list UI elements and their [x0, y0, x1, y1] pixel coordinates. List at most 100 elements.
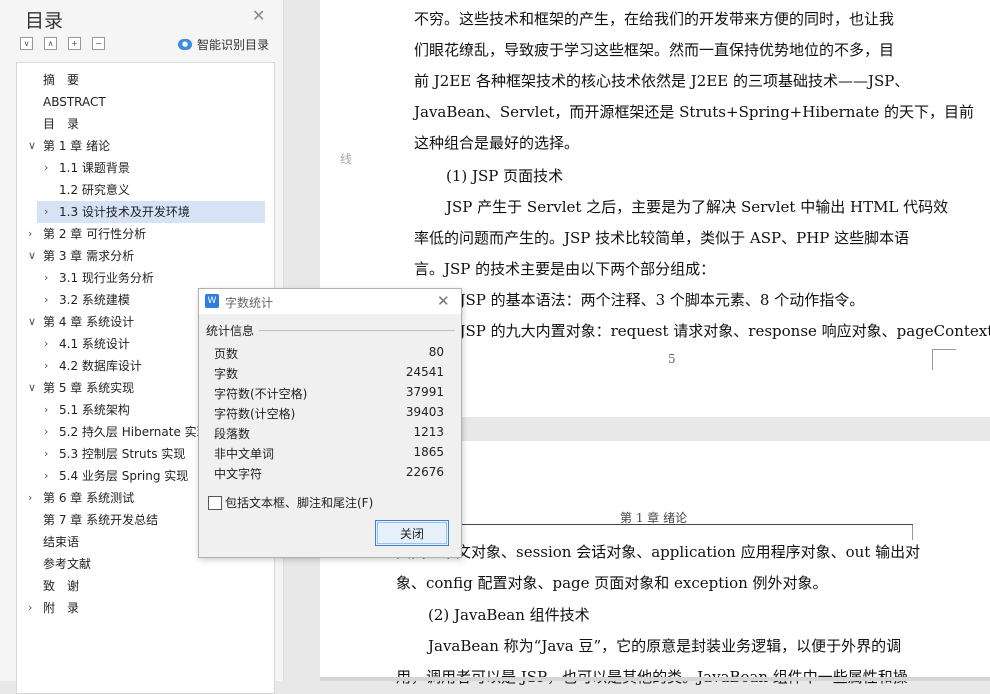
smart-toc-label: 智能识别目录 [197, 38, 270, 52]
page-corner-mark [912, 524, 933, 540]
chevron-right-icon[interactable]: › [44, 157, 48, 179]
add-heading-icon[interactable]: + [68, 37, 81, 50]
paragraph-line: (2) JavaBean 组件技术 [428, 606, 590, 624]
include-textbox-footnote-checkbox[interactable] [208, 496, 222, 510]
close-icon[interactable]: ✕ [252, 6, 265, 25]
chevron-down-icon[interactable]: ∨ [28, 245, 36, 267]
collapse-all-icon[interactable]: ∨ [20, 37, 33, 50]
stat-label: 段落数 [214, 427, 251, 441]
chevron-right-icon[interactable]: › [44, 399, 48, 421]
toc-item-label: 5.1 系统架构 [59, 403, 130, 417]
toc-item[interactable]: › 第 2 章 可行性分析 [17, 223, 267, 245]
stat-label: 字符数(计空格) [214, 407, 296, 421]
remove-heading-icon[interactable]: − [92, 37, 105, 50]
toc-item-label: 3.1 现行业务分析 [59, 271, 154, 285]
stat-value: 37991 [405, 385, 444, 399]
toc-item-label: 第 4 章 系统设计 [43, 315, 135, 329]
chevron-right-icon[interactable]: › [28, 487, 32, 509]
paragraph-line: 言。JSP 的技术主要是由以下两个部分组成： [414, 260, 716, 278]
paragraph-line: 前 J2EE 各种框架技术的核心技术依然是 J2EE 的三项基础技术——JSP、 [414, 72, 910, 90]
stat-label: 页数 [214, 347, 239, 361]
toc-item-label: 3.2 系统建模 [59, 293, 130, 307]
chevron-right-icon[interactable]: › [44, 421, 48, 443]
chevron-right-icon[interactable]: › [28, 223, 32, 245]
toc-item[interactable]: ABSTRACT [17, 91, 267, 113]
chevron-right-icon[interactable]: › [44, 443, 48, 465]
toc-item[interactable]: 致 谢 [17, 575, 267, 597]
page-number: 5 [668, 352, 676, 366]
chevron-right-icon[interactable]: › [28, 597, 32, 619]
chevron-right-icon[interactable]: › [44, 333, 48, 355]
toc-panel-title: 目录 [25, 10, 64, 32]
word-count-dialog: W 字数统计 ✕ 统计信息 页数 80 字数 24541 字符数(不计空格) 37991 字… [198, 288, 462, 558]
toc-item[interactable]: › 附 录 [17, 597, 267, 619]
toc-item-label: 4.2 数据库设计 [59, 359, 142, 373]
stat-value: 22676 [405, 465, 444, 479]
toc-item[interactable]: › 3.1 现行业务分析 [17, 267, 267, 289]
chevron-down-icon[interactable]: ∨ [28, 377, 36, 399]
chevron-down-icon[interactable]: ∨ [28, 135, 36, 157]
paragraph-line: JSP 产生于 Servlet 之后，主要是为了解决 Servlet 中输出 H… [446, 198, 949, 216]
paragraph-line: 页面上下文对象、session 会话对象、application 应用程序对象、… [396, 543, 921, 561]
toc-item-label: 第 2 章 可行性分析 [43, 227, 147, 241]
paragraph-line: JavaBean、Servlet，而开源框架还是 Struts+Spring+H… [414, 103, 975, 121]
toc-item-label: 5.4 业务层 Spring 实现 [59, 469, 189, 483]
toc-item[interactable]: › 1.1 课题背景 [17, 157, 267, 179]
toc-item-label: 第 3 章 需求分析 [43, 249, 135, 263]
toc-item[interactable]: 1.2 研究意义 [17, 179, 267, 201]
paragraph-line: 象、config 配置对象、page 页面对象和 exception 例外对象。 [396, 574, 828, 592]
paragraph-line: 们眼花缭乱，导致疲于学习这些框架。然而一直保持优势地位的不多，目 [414, 41, 895, 59]
toc-item-label: 4.1 系统设计 [59, 337, 130, 351]
paragraph-line: (1) JSP 页面技术 [446, 167, 564, 185]
chevron-down-icon[interactable]: ∨ [28, 311, 36, 333]
toc-item-label: 第 7 章 系统开发总结 [43, 513, 159, 527]
stat-value: 1865 [413, 445, 444, 459]
toc-item[interactable]: 摘 要 [17, 69, 267, 91]
header-rule [397, 524, 913, 525]
toc-item[interactable]: › 1.3 设计技术及开发环境 [37, 201, 265, 223]
toc-item-label: ABSTRACT [43, 95, 106, 109]
group-divider [259, 330, 455, 331]
paragraph-line: 这种组合是最好的选择。 [414, 134, 580, 152]
toc-item-label: 5.3 控制层 Struts 实现 [59, 447, 186, 461]
paragraph-line: ①JSP 的基本语法：两个注释、3 个脚本元素、8 个动作指令。 [446, 291, 865, 309]
stat-value: 24541 [405, 365, 444, 379]
expand-icon[interactable]: ∧ [44, 37, 57, 50]
include-textbox-footnote-label[interactable]: 包括文本框、脚注和尾注(F) [225, 494, 373, 511]
toc-item-label: 目 录 [43, 117, 80, 131]
stat-label: 字符数(不计空格) [214, 387, 308, 401]
toc-item[interactable]: ∨ 第 1 章 绪论 [17, 135, 267, 157]
dialog-title: 字数统计 [225, 296, 274, 310]
toc-item-label: 结束语 [43, 535, 80, 549]
toc-item-label: 5.2 持久层 Hibernate 实现 [59, 425, 209, 439]
close-icon[interactable]: ✕ [437, 292, 450, 310]
toc-item[interactable]: ∨ 第 3 章 需求分析 [17, 245, 267, 267]
toc-item-label: 1.1 课题背景 [59, 161, 130, 175]
chevron-right-icon[interactable]: › [44, 355, 48, 377]
wps-writer-icon: W [205, 294, 219, 308]
page-corner-mark [932, 349, 956, 350]
binding-line-mark: 线 [340, 152, 353, 166]
chevron-right-icon[interactable]: › [44, 201, 48, 223]
cloud-icon: ● [178, 39, 192, 50]
chevron-right-icon[interactable]: › [44, 267, 48, 289]
toc-item-label: 附 录 [43, 601, 80, 615]
toc-item-label: 致 谢 [43, 579, 80, 593]
chevron-right-icon[interactable]: › [44, 465, 48, 487]
close-button[interactable]: 关闭 [375, 520, 449, 546]
stat-label: 非中文单词 [214, 447, 275, 461]
toc-item[interactable]: 目 录 [17, 113, 267, 135]
stat-label: 字数 [214, 367, 239, 381]
dialog-title-bar[interactable]: W 字数统计 ✕ [199, 289, 461, 314]
horizontal-scrollbar[interactable] [320, 677, 990, 681]
chevron-right-icon[interactable]: › [44, 289, 48, 311]
stat-label: 中文字符 [214, 467, 263, 481]
toc-item-label: 第 1 章 绪论 [43, 139, 111, 153]
smart-toc-button[interactable]: ● 智能识别目录 [178, 36, 269, 53]
stats-group-title: 统计信息 [206, 324, 255, 338]
paragraph-line: 不穷。这些技术和框架的产生，在给我们的开发带来方便的同时，也让我 [414, 10, 895, 28]
paragraph-line: ②JSP 的九大内置对象：request 请求对象、response 响应对象、… [446, 322, 990, 340]
toc-item-label: 参考文献 [43, 557, 92, 571]
stat-value: 1213 [413, 425, 444, 439]
toc-item-label: 1.3 设计技术及开发环境 [59, 205, 190, 219]
